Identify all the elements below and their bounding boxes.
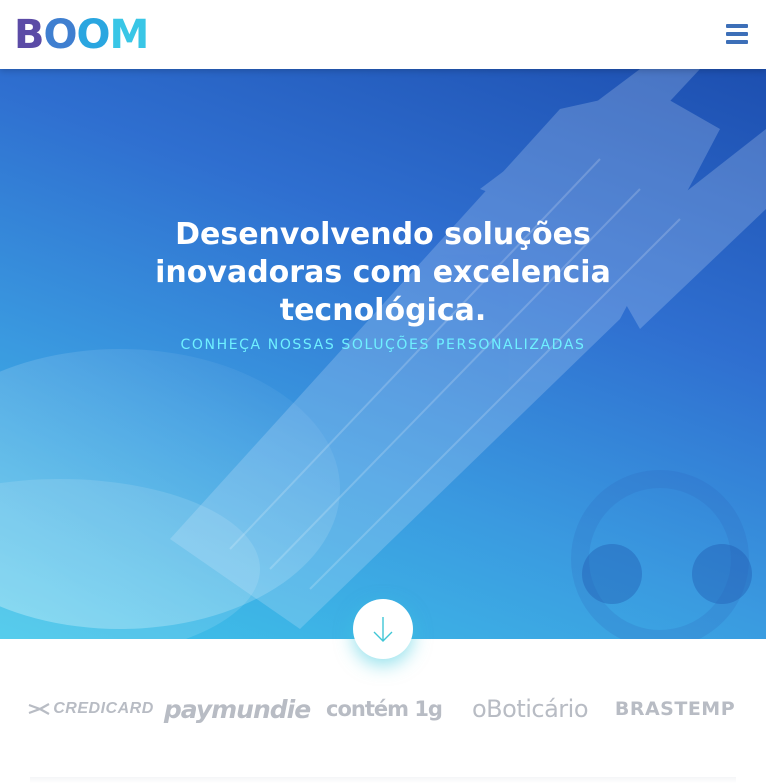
- client-logo-contem-1g: contém 1g: [326, 679, 443, 739]
- logo-letter-o1: O: [43, 12, 78, 58]
- rocket-launch-background: [0, 69, 766, 639]
- boom-logo[interactable]: B O O M: [14, 12, 150, 58]
- scroll-down-button[interactable]: [353, 599, 413, 659]
- hero-section: Desenvolvendo soluções inovadoras com ex…: [0, 69, 766, 639]
- client-logo-brastemp: BRASTEMP: [608, 679, 742, 739]
- hero-title: Desenvolvendo soluções inovadoras com ex…: [0, 216, 766, 330]
- section-divider: [30, 777, 736, 783]
- client-name: oBoticário: [471, 695, 589, 723]
- client-name: paymundie: [163, 694, 311, 724]
- hero-title-line: inovadoras com excelencia: [155, 255, 611, 290]
- client-name: CREDICARD: [53, 700, 154, 717]
- logo-letter-b: B: [14, 12, 44, 58]
- hero-subtitle-link[interactable]: CONHEÇA NOSSAS SOLUÇÕES PERSONALIZADAS: [0, 337, 766, 353]
- client-name: contém 1g: [326, 697, 443, 721]
- client-name: BRASTEMP: [614, 698, 736, 720]
- clients-logos-strip: CREDICARD paymundie contém 1g oBoticário…: [0, 639, 766, 784]
- logo-letter-o2: O: [76, 12, 111, 58]
- hamburger-menu-icon[interactable]: [726, 24, 748, 44]
- hero-title-line: tecnológica.: [279, 293, 487, 328]
- credicard-symbol-icon: [28, 703, 50, 715]
- arrow-down-icon: [373, 617, 393, 642]
- client-logo-paymundie: paymundie: [164, 679, 311, 739]
- hero-title-line: Desenvolvendo soluções: [175, 217, 591, 252]
- client-logo-credicard: CREDICARD: [28, 679, 154, 739]
- logo-letter-m: M: [109, 12, 150, 58]
- site-header: B O O M: [0, 0, 766, 69]
- client-logo-oboticario: oBoticário: [466, 679, 594, 739]
